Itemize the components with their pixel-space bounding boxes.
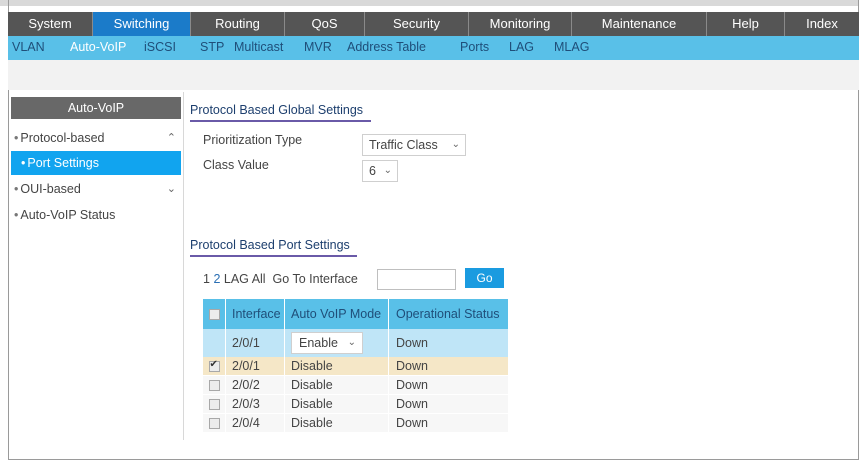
- row-checkbox[interactable]: [208, 379, 220, 391]
- class-value-select[interactable]: 6 ⌄: [362, 160, 398, 182]
- sidebar-item-label: OUI-based: [20, 182, 81, 196]
- chevron-down-icon: ⌄: [451, 139, 460, 150]
- bullet-icon: •: [14, 131, 19, 145]
- sidebar-item-port-settings[interactable]: • Port Settings: [11, 151, 181, 175]
- chevron-down-icon: ⌄: [347, 337, 356, 348]
- go-button[interactable]: Go: [465, 268, 504, 288]
- bullet-icon: •: [21, 156, 26, 170]
- tab-system[interactable]: System: [8, 12, 93, 36]
- row-mode: Disable: [284, 357, 388, 375]
- tab-index[interactable]: Index: [785, 12, 859, 36]
- subnav-lag[interactable]: LAG: [509, 36, 534, 60]
- row-status: Down: [388, 395, 508, 413]
- edit-row-status: Down: [388, 329, 508, 357]
- tab-switching[interactable]: Switching: [93, 12, 191, 36]
- row-checkbox[interactable]: [208, 417, 220, 429]
- sidebar-item-label: Protocol-based: [20, 131, 105, 145]
- edit-row: 2/0/1 Enable ⌄ Down: [203, 329, 508, 357]
- class-value-label: Class Value: [203, 158, 269, 172]
- prioritization-type-select[interactable]: Traffic Class ⌄: [362, 134, 466, 156]
- subnav-iscsi[interactable]: iSCSI: [144, 36, 176, 60]
- subnav-auto-voip[interactable]: Auto-VoIP: [70, 36, 126, 60]
- sidebar-divider: [183, 92, 184, 440]
- page-lag-link[interactable]: LAG: [224, 272, 249, 286]
- tab-security[interactable]: Security: [365, 12, 469, 36]
- table-row[interactable]: 2/0/4 Disable Down: [203, 414, 508, 432]
- subnav-multicast[interactable]: Multicast: [234, 36, 283, 60]
- column-header-mode: Auto VoIP Mode: [284, 299, 388, 329]
- column-header-interface: Interface: [225, 299, 284, 329]
- bullet-icon: •: [14, 208, 19, 222]
- auto-voip-mode-select[interactable]: Enable ⌄: [291, 332, 363, 354]
- chevron-down-icon: ⌄: [383, 165, 392, 176]
- main-nav: System Switching Routing QoS Security Mo…: [8, 12, 859, 36]
- sidebar-item-oui-based[interactable]: • OUI-based ⌄: [11, 177, 181, 201]
- chevron-up-icon[interactable]: ⌃: [167, 126, 176, 150]
- table-header-row: Interface Auto VoIP Mode Operational Sta…: [203, 299, 508, 329]
- row-status: Down: [388, 414, 508, 432]
- interface-pager: 1 2 LAG All Go To Interface: [203, 272, 358, 286]
- goto-interface-input[interactable]: [377, 269, 456, 290]
- row-status: Down: [388, 357, 508, 375]
- column-header-status: Operational Status: [388, 299, 508, 329]
- row-checkbox-cell: [203, 357, 225, 375]
- edit-row-mode-cell: Enable ⌄: [284, 329, 388, 357]
- tab-maintenance[interactable]: Maintenance: [572, 12, 707, 36]
- row-mode: Disable: [284, 395, 388, 413]
- tab-monitoring[interactable]: Monitoring: [469, 12, 572, 36]
- row-interface: 2/0/2: [225, 376, 284, 394]
- select-all-cell: [203, 299, 225, 329]
- edit-row-blank: [203, 329, 225, 357]
- row-interface: 2/0/4: [225, 414, 284, 432]
- page-2-link[interactable]: 2: [213, 272, 220, 286]
- bullet-icon: •: [14, 182, 19, 196]
- chevron-down-icon[interactable]: ⌄: [167, 177, 176, 201]
- select-all-checkbox[interactable]: [208, 308, 220, 320]
- row-checkbox-cell: [203, 376, 225, 394]
- toolbar-band: [8, 60, 859, 90]
- tab-help[interactable]: Help: [707, 12, 785, 36]
- global-settings-underline: [190, 120, 371, 122]
- class-value-value: 6: [369, 164, 376, 178]
- table-row[interactable]: 2/0/3 Disable Down: [203, 395, 508, 413]
- row-checkbox-cell: [203, 395, 225, 413]
- row-interface: 2/0/3: [225, 395, 284, 413]
- sidebar-item-label: Auto-VoIP Status: [20, 208, 116, 222]
- row-interface: 2/0/1: [225, 357, 284, 375]
- subnav-address-table[interactable]: Address Table: [347, 36, 426, 60]
- subnav-mlag[interactable]: MLAG: [554, 36, 589, 60]
- row-checkbox-cell: [203, 414, 225, 432]
- table-row[interactable]: 2/0/1 Disable Down: [203, 357, 508, 375]
- row-mode: Disable: [284, 376, 388, 394]
- row-checkbox[interactable]: [208, 359, 220, 372]
- subnav-ports[interactable]: Ports: [460, 36, 489, 60]
- sidebar-item-label: Port Settings: [27, 156, 99, 170]
- row-status: Down: [388, 376, 508, 394]
- page-all-link[interactable]: All: [252, 272, 266, 286]
- row-mode: Disable: [284, 414, 388, 432]
- goto-interface-label: Go To Interface: [272, 272, 358, 286]
- tab-routing[interactable]: Routing: [191, 12, 285, 36]
- port-settings-title: Protocol Based Port Settings: [190, 238, 350, 252]
- subnav-stp[interactable]: STP: [200, 36, 224, 60]
- sub-nav: VLAN Auto-VoIP iSCSI STP Multicast MVR A…: [8, 36, 859, 60]
- prioritization-type-label: Prioritization Type: [203, 133, 303, 147]
- tab-qos[interactable]: QoS: [285, 12, 365, 36]
- row-checkbox[interactable]: [208, 398, 220, 410]
- sidebar-item-protocol-based[interactable]: • Protocol-based ⌃: [11, 126, 181, 150]
- port-settings-underline: [190, 255, 357, 257]
- subnav-mvr[interactable]: MVR: [304, 36, 332, 60]
- sidebar-title: Auto-VoIP: [11, 97, 181, 119]
- edit-row-interface: 2/0/1: [225, 329, 284, 357]
- prioritization-type-value: Traffic Class: [369, 138, 438, 152]
- table-row[interactable]: 2/0/2 Disable Down: [203, 376, 508, 394]
- sidebar-item-auto-voip-status[interactable]: • Auto-VoIP Status: [11, 203, 181, 227]
- global-settings-title: Protocol Based Global Settings: [190, 103, 364, 117]
- page-1-link[interactable]: 1: [203, 272, 210, 286]
- subnav-vlan[interactable]: VLAN: [12, 36, 45, 60]
- auto-voip-mode-value: Enable: [299, 336, 338, 350]
